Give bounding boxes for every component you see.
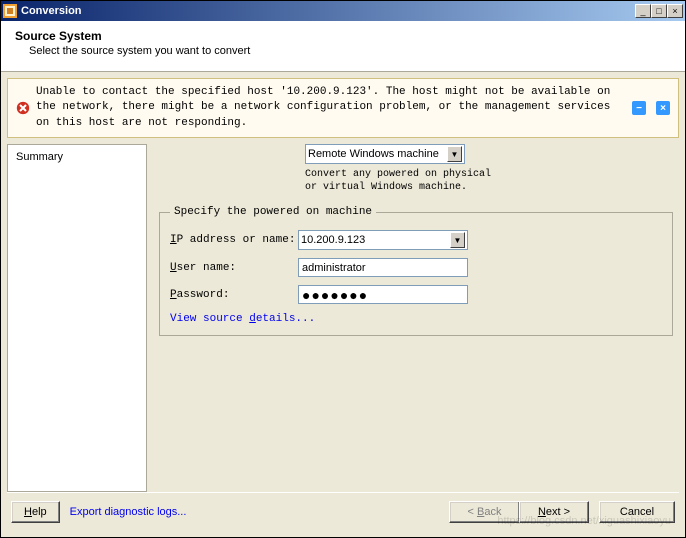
- main-panel: Remote Windows machine ▼ Convert any pow…: [147, 144, 685, 492]
- ip-label: IP address or name:: [170, 234, 298, 246]
- error-banner: Unable to contact the specified host '10…: [7, 78, 679, 138]
- pass-row: Password:: [170, 285, 662, 304]
- source-type-select[interactable]: Remote Windows machine ▼: [305, 144, 465, 164]
- page-title: Source System: [15, 29, 671, 43]
- error-icon: [16, 101, 30, 115]
- view-details-link[interactable]: View source details...: [170, 313, 315, 325]
- titlebar: Conversion _ □ ×: [1, 1, 685, 21]
- cancel-button[interactable]: Cancel: [599, 501, 675, 523]
- user-label: User name:: [170, 262, 298, 274]
- nav-buttons: < Back Next >: [449, 501, 589, 523]
- error-close-button[interactable]: ×: [656, 101, 670, 115]
- chevron-down-icon: ▼: [447, 146, 462, 162]
- user-row: User name:: [170, 258, 662, 277]
- window: Conversion _ □ × Source System Select th…: [0, 0, 686, 538]
- back-button: < Back: [449, 501, 519, 523]
- app-icon: [3, 4, 17, 18]
- ip-value: 10.200.9.123: [301, 234, 365, 246]
- error-message: Unable to contact the specified host '10…: [36, 85, 622, 131]
- chevron-down-icon: ▼: [450, 232, 465, 248]
- ip-row: IP address or name: 10.200.9.123 ▼: [170, 230, 662, 250]
- page-subtitle: Select the source system you want to con…: [29, 45, 671, 57]
- pass-label: Password:: [170, 289, 298, 301]
- wizard-body: Summary Remote Windows machine ▼ Convert…: [1, 144, 685, 492]
- password-input[interactable]: [298, 285, 468, 304]
- window-title: Conversion: [21, 5, 635, 17]
- source-type-description: Convert any powered on physical or virtu…: [305, 168, 505, 194]
- wizard-footer: Help Export diagnostic logs... < Back Ne…: [1, 493, 685, 531]
- ip-input[interactable]: 10.200.9.123 ▼: [298, 230, 468, 250]
- username-input[interactable]: [298, 258, 468, 277]
- ip-label-rest: P address or name:: [177, 234, 296, 246]
- machine-group: Specify the powered on machine IP addres…: [159, 206, 673, 336]
- error-minimize-button[interactable]: −: [632, 101, 646, 115]
- help-button[interactable]: Help: [11, 501, 60, 523]
- source-type-value: Remote Windows machine: [308, 148, 439, 160]
- source-type-row: Remote Windows machine ▼: [305, 144, 673, 164]
- export-logs-link[interactable]: Export diagnostic logs...: [70, 506, 187, 518]
- window-controls: _ □ ×: [635, 4, 683, 18]
- maximize-button[interactable]: □: [651, 4, 667, 18]
- next-button[interactable]: Next >: [519, 501, 589, 523]
- wizard-sidebar: Summary: [7, 144, 147, 492]
- sidebar-item-summary[interactable]: Summary: [16, 149, 138, 165]
- close-button[interactable]: ×: [667, 4, 683, 18]
- group-legend: Specify the powered on machine: [170, 206, 376, 218]
- minimize-button[interactable]: _: [635, 4, 651, 18]
- wizard-header: Source System Select the source system y…: [1, 21, 685, 72]
